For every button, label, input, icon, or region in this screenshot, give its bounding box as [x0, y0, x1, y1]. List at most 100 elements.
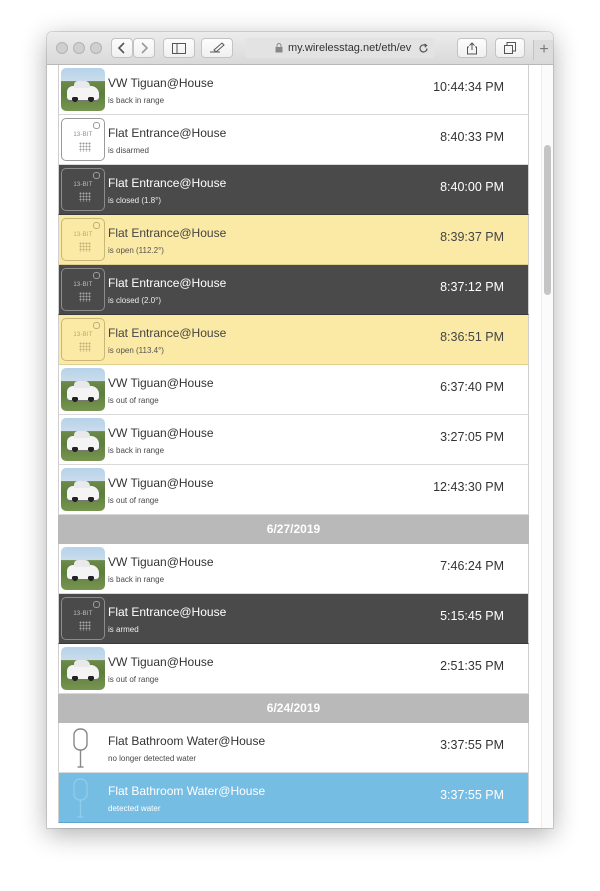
date-separator: 6/24/2019: [58, 694, 529, 723]
tabs-icon: [504, 42, 516, 54]
water-sensor-icon: [61, 776, 105, 819]
event-row[interactable]: VW Tiguan@House is out of range 6:37:40 PM: [58, 365, 529, 415]
event-row[interactable]: 13-BIT Flat Entrance@House is closed (2.0°…: [58, 265, 529, 315]
device-name: Flat Entrance@House: [108, 276, 227, 290]
device-name: Flat Bathroom Water@House: [108, 784, 266, 798]
chevron-right-icon: [141, 42, 148, 54]
scrollbar[interactable]: [541, 65, 553, 828]
tag-model-label: 13-BIT: [73, 232, 93, 238]
tag-model-label: 13-BIT: [73, 132, 93, 138]
device-name: VW Tiguan@House: [108, 655, 214, 669]
device-name: VW Tiguan@House: [108, 426, 214, 440]
browser-window: my.wirelesstag.net/eth/ev + VW Tiguan@Ho…: [47, 32, 553, 828]
lock-icon: [275, 43, 283, 53]
event-time: 8:40:00 PM: [440, 180, 504, 194]
browser-toolbar: my.wirelesstag.net/eth/ev +: [47, 32, 553, 65]
event-time: 2:51:35 PM: [440, 659, 504, 673]
event-row[interactable]: 13-BIT Flat Entrance@House is disarmed 8:40…: [58, 115, 529, 165]
page-content: VW Tiguan@House is back in range 10:44:34 …: [47, 65, 553, 828]
car-photo-icon: [61, 647, 105, 690]
sidebar-icon: [172, 42, 186, 54]
event-row[interactable]: 13-BIT Flat Entrance@House is armed 5:15:45…: [58, 594, 529, 644]
sensor-tag-icon: 13-BIT: [61, 597, 105, 640]
event-list: VW Tiguan@House is back in range 10:44:34 …: [58, 65, 529, 823]
event-row[interactable]: VW Tiguan@House is out of range 12:43:30 P…: [58, 465, 529, 515]
event-status: is back in range: [108, 96, 165, 105]
car-photo-icon: [61, 468, 105, 511]
url-text: my.wirelesstag.net/eth/ev: [288, 42, 412, 54]
tag-dots-icon: [79, 621, 91, 631]
event-status: no longer detected water: [108, 754, 197, 763]
event-row[interactable]: Flat Bathroom Water@House detected water 3…: [58, 773, 529, 823]
event-time: 8:40:33 PM: [440, 130, 504, 144]
car-icon: [67, 481, 99, 502]
reader-edit-button[interactable]: [201, 38, 233, 58]
event-row[interactable]: 13-BIT Flat Entrance@House is closed (1.8°…: [58, 165, 529, 215]
event-row[interactable]: Flat Bathroom Water@House no longer detec…: [58, 723, 529, 773]
address-bar[interactable]: my.wirelesstag.net/eth/ev: [245, 38, 435, 58]
event-status: is open (112.2°): [108, 246, 164, 255]
event-time: 3:37:55 PM: [440, 788, 504, 802]
tag-hole-icon: [93, 222, 100, 229]
event-row[interactable]: VW Tiguan@House is back in range 7:46:24 P…: [58, 544, 529, 594]
event-time: 3:37:55 PM: [440, 738, 504, 752]
share-icon: [467, 41, 477, 54]
device-name: VW Tiguan@House: [108, 555, 214, 569]
close-window-button[interactable]: [56, 42, 68, 54]
minimize-window-button[interactable]: [73, 42, 85, 54]
event-status: is back in range: [108, 575, 165, 584]
event-status: is out of range: [108, 396, 159, 405]
date-separator: 6/27/2019: [58, 515, 529, 544]
event-row[interactable]: VW Tiguan@House is out of range 2:51:35 PM: [58, 644, 529, 694]
sensor-tag-icon: 13-BIT: [61, 218, 105, 261]
event-time: 7:46:24 PM: [440, 559, 504, 573]
event-status: is out of range: [108, 496, 159, 505]
sidebar-button[interactable]: [163, 38, 195, 58]
water-probe-icon: [73, 728, 88, 768]
device-name: Flat Entrance@House: [108, 126, 227, 140]
event-time: 5:15:45 PM: [440, 609, 504, 623]
tag-dots-icon: [79, 342, 91, 352]
event-row[interactable]: VW Tiguan@House is back in range 3:27:05 P…: [58, 415, 529, 465]
event-status: is armed: [108, 625, 139, 634]
tag-model-label: 13-BIT: [73, 182, 93, 188]
event-status: detected water: [108, 804, 161, 813]
scrollbar-thumb[interactable]: [544, 145, 551, 295]
car-icon: [67, 660, 99, 681]
event-status: is closed (2.0°): [108, 296, 161, 305]
tag-dots-icon: [79, 142, 91, 152]
tag-dots-icon: [79, 192, 91, 202]
car-icon: [67, 560, 99, 581]
event-time: 10:44:34 PM: [433, 80, 504, 94]
event-time: 8:37:12 PM: [440, 280, 504, 294]
tabs-overview-button[interactable]: [495, 38, 525, 58]
car-photo-icon: [61, 418, 105, 461]
event-row[interactable]: 13-BIT Flat Entrance@House is open (112.2°…: [58, 215, 529, 265]
tag-hole-icon: [93, 172, 100, 179]
event-row[interactable]: VW Tiguan@House is back in range 10:44:34 …: [58, 65, 529, 115]
device-name: Flat Entrance@House: [108, 176, 227, 190]
new-tab-button[interactable]: +: [533, 40, 553, 60]
device-name: VW Tiguan@House: [108, 476, 214, 490]
back-button[interactable]: [111, 38, 133, 58]
share-button[interactable]: [457, 38, 487, 58]
device-name: Flat Entrance@House: [108, 326, 227, 340]
device-name: VW Tiguan@House: [108, 76, 214, 90]
reload-icon[interactable]: [418, 43, 429, 54]
sensor-tag-icon: 13-BIT: [61, 118, 105, 161]
event-time: 3:27:05 PM: [440, 430, 504, 444]
event-time: 8:36:51 PM: [440, 330, 504, 344]
event-row[interactable]: 13-BIT Flat Entrance@House is open (113.4°…: [58, 315, 529, 365]
car-icon: [67, 381, 99, 402]
zoom-window-button[interactable]: [90, 42, 102, 54]
water-sensor-icon: [61, 726, 105, 769]
event-status: is open (113.4°): [108, 346, 164, 355]
car-icon: [67, 81, 99, 102]
tag-model-label: 13-BIT: [73, 611, 93, 617]
pencil-icon: [210, 42, 225, 53]
sensor-tag-icon: 13-BIT: [61, 318, 105, 361]
tag-hole-icon: [93, 322, 100, 329]
forward-button[interactable]: [133, 38, 155, 58]
device-name: Flat Bathroom Water@House: [108, 734, 266, 748]
tag-hole-icon: [93, 601, 100, 608]
